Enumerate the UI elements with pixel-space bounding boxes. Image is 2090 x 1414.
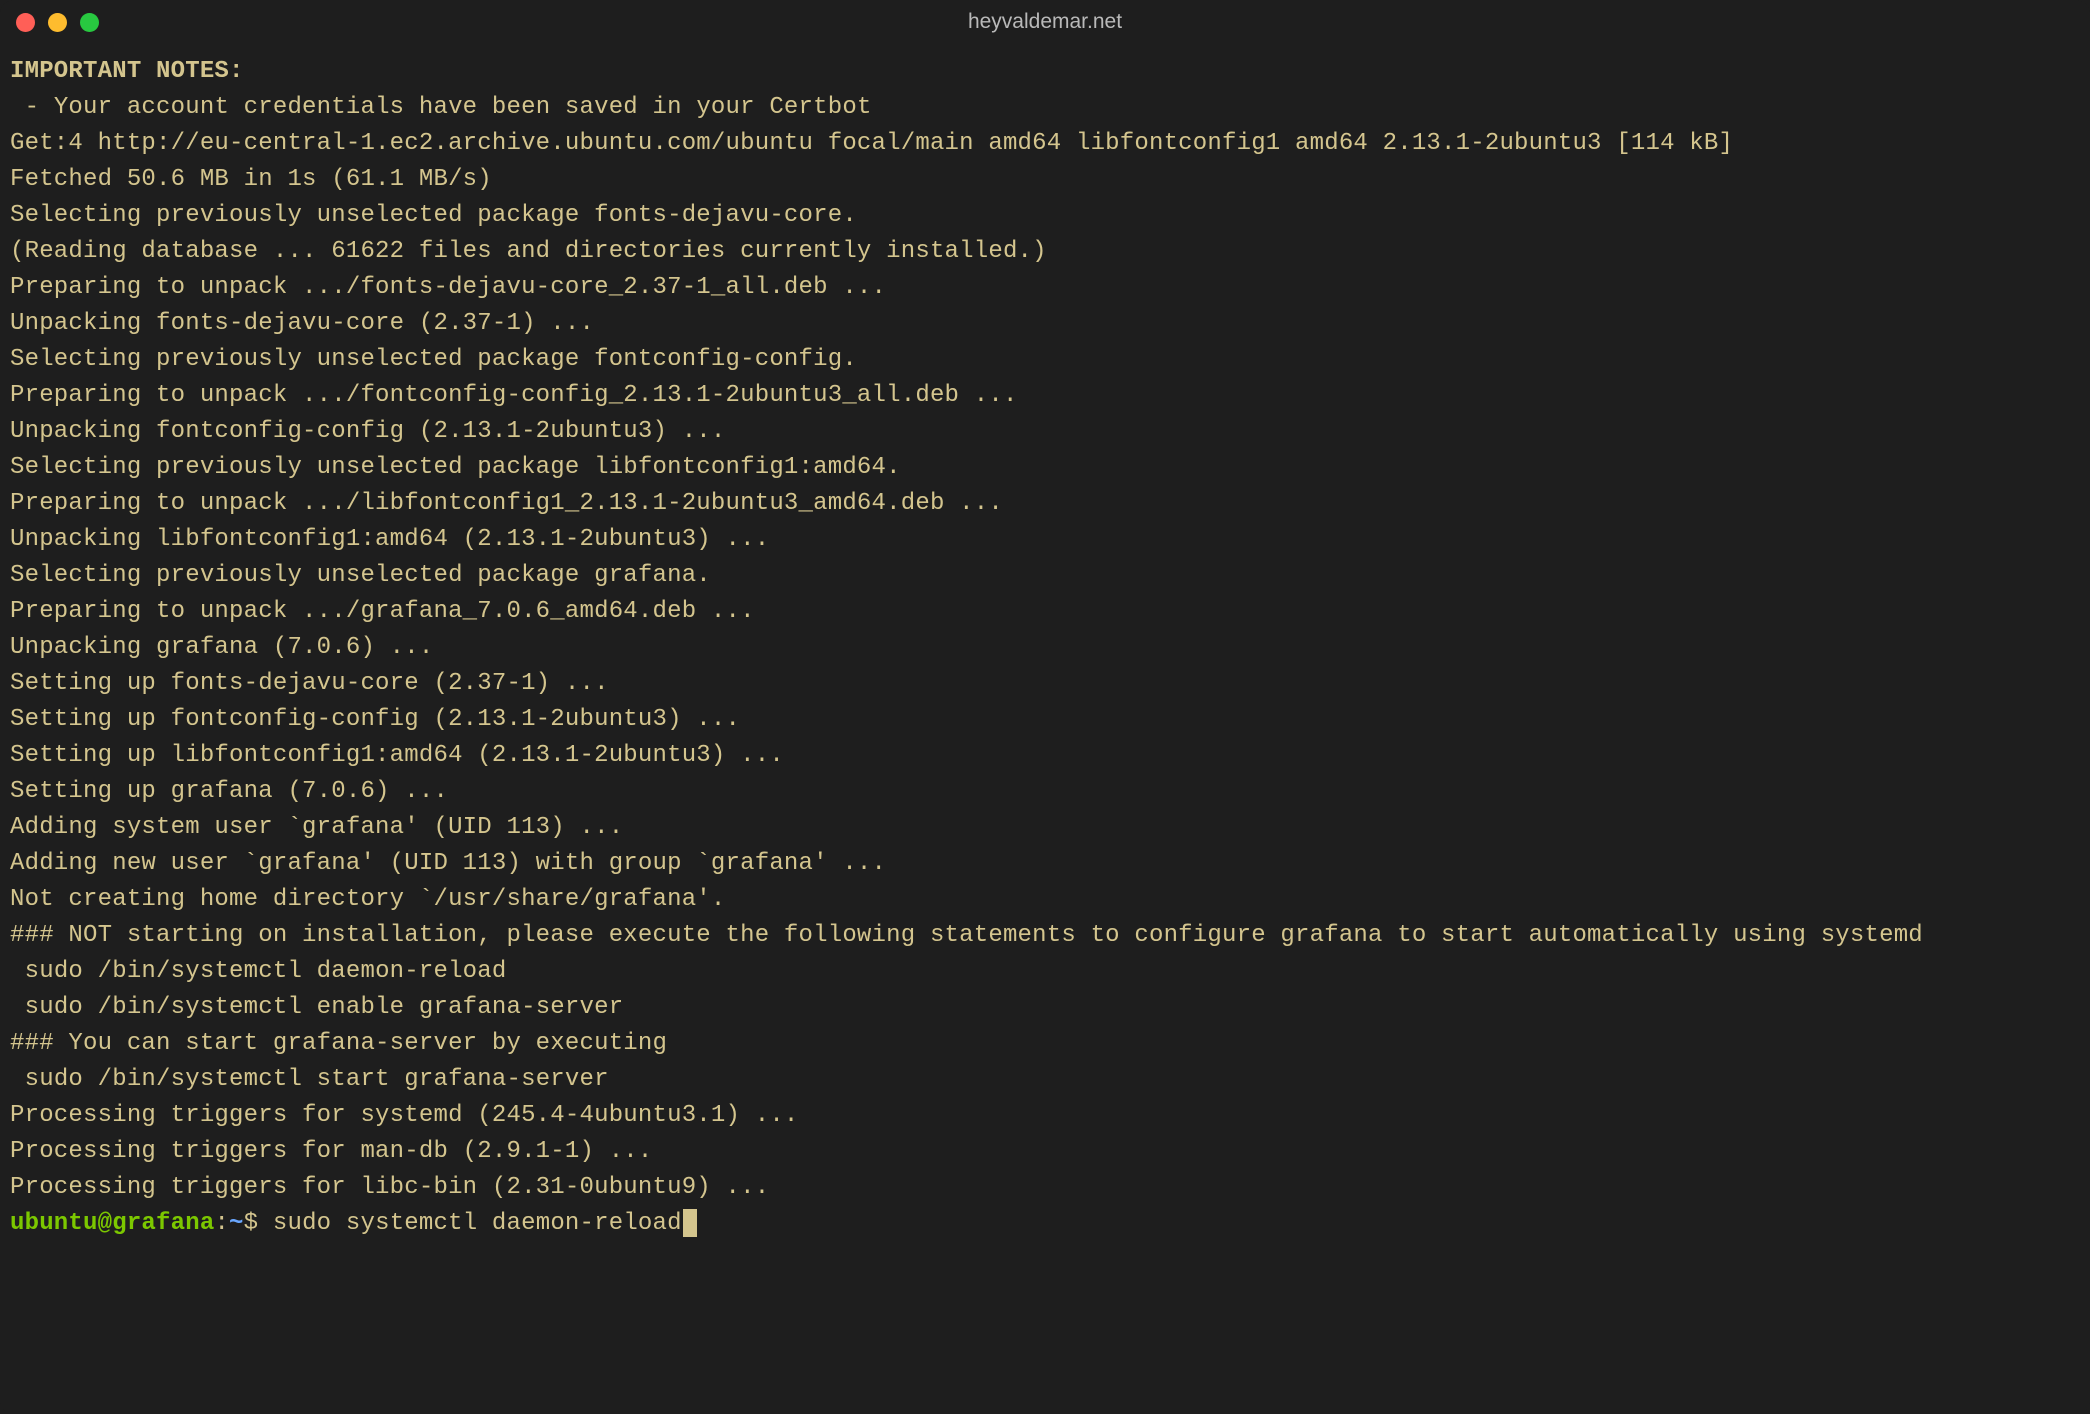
terminal-line: Setting up grafana (7.0.6) ... bbox=[10, 774, 2080, 810]
terminal-line: Adding system user `grafana' (UID 113) .… bbox=[10, 810, 2080, 846]
terminal-line: Selecting previously unselected package … bbox=[10, 198, 2080, 234]
terminal-line: Selecting previously unselected package … bbox=[10, 342, 2080, 378]
terminal-line: Preparing to unpack .../fontconfig-confi… bbox=[10, 378, 2080, 414]
prompt-user-host: ubuntu@grafana bbox=[10, 1210, 214, 1237]
terminal-line: Setting up libfontconfig1:amd64 (2.13.1-… bbox=[10, 738, 2080, 774]
prompt-path: ~ bbox=[229, 1210, 244, 1237]
terminal-line: Not creating home directory `/usr/share/… bbox=[10, 882, 2080, 918]
terminal-line: Unpacking fonts-dejavu-core (2.37-1) ... bbox=[10, 306, 2080, 342]
terminal-line: (Reading database ... 61622 files and di… bbox=[10, 234, 2080, 270]
terminal-line: Selecting previously unselected package … bbox=[10, 450, 2080, 486]
minimize-icon[interactable] bbox=[48, 13, 67, 32]
terminal-line: Fetched 50.6 MB in 1s (61.1 MB/s) bbox=[10, 162, 2080, 198]
terminal-line: sudo /bin/systemctl enable grafana-serve… bbox=[10, 990, 2080, 1026]
terminal-window: heyvaldemar.net IMPORTANT NOTES: - Your … bbox=[0, 0, 2090, 1414]
terminal-line: Unpacking libfontconfig1:amd64 (2.13.1-2… bbox=[10, 522, 2080, 558]
close-icon[interactable] bbox=[16, 13, 35, 32]
prompt-line[interactable]: ubuntu@grafana:~$ sudo systemctl daemon-… bbox=[10, 1206, 2080, 1242]
terminal-line: Setting up fonts-dejavu-core (2.37-1) ..… bbox=[10, 666, 2080, 702]
terminal-line: Unpacking fontconfig-config (2.13.1-2ubu… bbox=[10, 414, 2080, 450]
terminal-line: Get:4 http://eu-central-1.ec2.archive.ub… bbox=[10, 126, 2080, 162]
traffic-lights bbox=[16, 13, 99, 32]
terminal-line: Selecting previously unselected package … bbox=[10, 558, 2080, 594]
terminal-line: Unpacking grafana (7.0.6) ... bbox=[10, 630, 2080, 666]
terminal-line: Setting up fontconfig-config (2.13.1-2ub… bbox=[10, 702, 2080, 738]
zoom-icon[interactable] bbox=[80, 13, 99, 32]
typed-command: sudo systemctl daemon-reload bbox=[273, 1210, 682, 1237]
terminal-line: ### NOT starting on installation, please… bbox=[10, 918, 2080, 954]
terminal-line: Processing triggers for libc-bin (2.31-0… bbox=[10, 1170, 2080, 1206]
titlebar: heyvaldemar.net bbox=[0, 0, 2090, 44]
prompt-dollar: $ bbox=[244, 1210, 273, 1237]
window-title: heyvaldemar.net bbox=[0, 6, 2090, 38]
terminal-line: Preparing to unpack .../grafana_7.0.6_am… bbox=[10, 594, 2080, 630]
cursor-icon bbox=[683, 1209, 697, 1237]
terminal-line: sudo /bin/systemctl start grafana-server bbox=[10, 1062, 2080, 1098]
prompt-separator: : bbox=[214, 1210, 229, 1237]
terminal-line: ### You can start grafana-server by exec… bbox=[10, 1026, 2080, 1062]
terminal-line: - Your account credentials have been sav… bbox=[10, 90, 2080, 126]
terminal-body[interactable]: IMPORTANT NOTES: - Your account credenti… bbox=[0, 44, 2090, 1246]
terminal-heading: IMPORTANT NOTES: bbox=[10, 54, 2080, 90]
terminal-line: Processing triggers for systemd (245.4-4… bbox=[10, 1098, 2080, 1134]
terminal-line: Preparing to unpack .../fonts-dejavu-cor… bbox=[10, 270, 2080, 306]
terminal-line: sudo /bin/systemctl daemon-reload bbox=[10, 954, 2080, 990]
terminal-line: Adding new user `grafana' (UID 113) with… bbox=[10, 846, 2080, 882]
terminal-line: Preparing to unpack .../libfontconfig1_2… bbox=[10, 486, 2080, 522]
terminal-line: Processing triggers for man-db (2.9.1-1)… bbox=[10, 1134, 2080, 1170]
